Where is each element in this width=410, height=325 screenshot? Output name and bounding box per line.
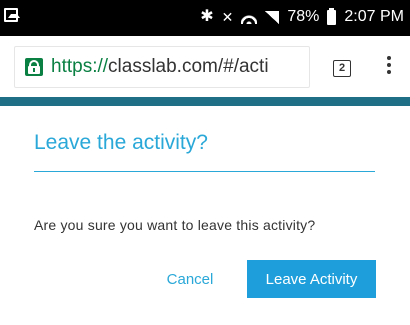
- page-header-strip: [0, 97, 410, 106]
- gallery-icon: [4, 8, 20, 22]
- battery-icon: [327, 7, 337, 25]
- dialog-title: Leave the activity?: [34, 131, 208, 154]
- status-icons: ✱ ✕ 78% 2:07 PM: [200, 6, 404, 28]
- address-bar[interactable]: https://classlab.com/#/acti: [14, 46, 310, 88]
- status-bar: ✱ ✕ 78% 2:07 PM: [0, 0, 410, 36]
- browser-toolbar: https://classlab.com/#/acti 2: [0, 36, 410, 97]
- lock-icon: [25, 58, 43, 76]
- mute-icon: ✕: [221, 9, 234, 25]
- clock: 2:07 PM: [344, 8, 404, 25]
- overflow-menu-icon[interactable]: [384, 56, 394, 80]
- wifi-icon: [241, 10, 258, 24]
- leave-activity-dialog: Leave the activity? Are you sure you wan…: [0, 106, 410, 325]
- url-scheme: https://: [51, 56, 109, 77]
- tab-switcher-button[interactable]: 2: [333, 60, 351, 77]
- cancel-button[interactable]: Cancel: [162, 264, 218, 294]
- signal-icon: [265, 10, 280, 24]
- url-host-path: classlab.com/#/acti: [108, 56, 269, 77]
- url-text[interactable]: https://classlab.com/#/acti: [51, 56, 301, 78]
- dialog-message: Are you sure you want to leave this acti…: [34, 217, 316, 233]
- leave-activity-button[interactable]: Leave Activity: [247, 260, 376, 298]
- battery-percent: 78%: [287, 8, 320, 25]
- bluetooth-icon: ✱: [200, 8, 214, 25]
- dialog-divider: [34, 171, 375, 172]
